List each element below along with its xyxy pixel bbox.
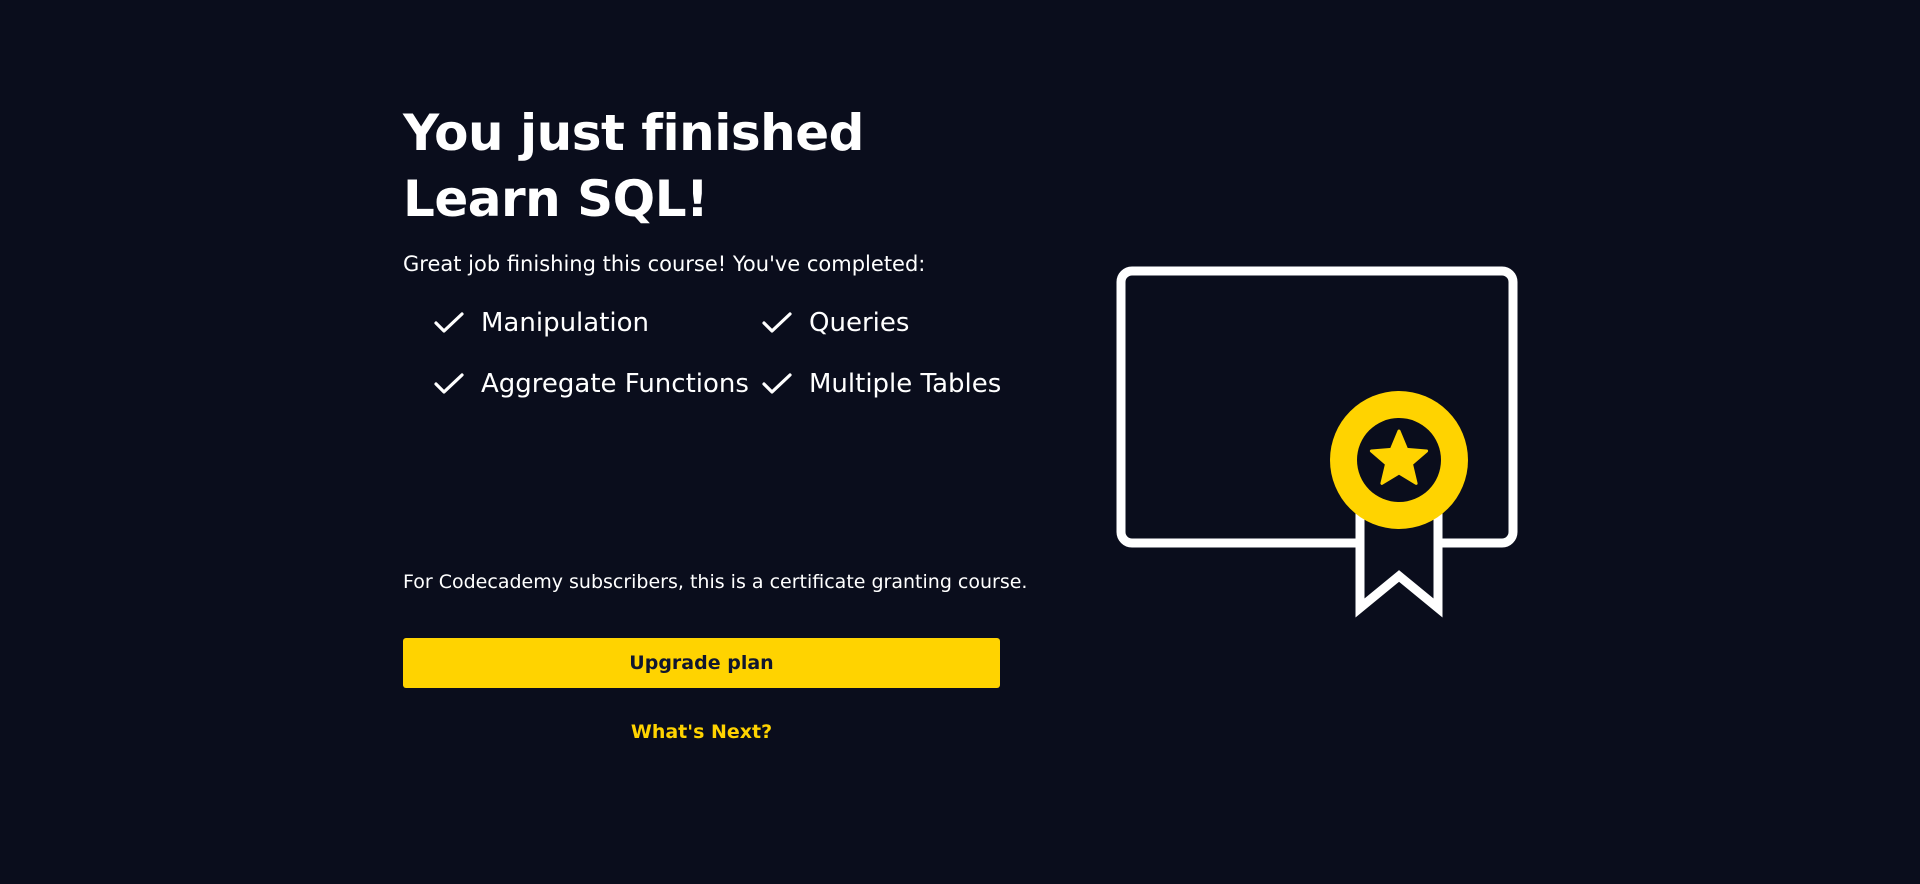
completed-modules-list: Manipulation Queries Aggregate Functions… xyxy=(433,304,1001,402)
whats-next-link[interactable]: What's Next? xyxy=(403,718,1000,746)
check-icon xyxy=(762,372,792,394)
completed-module-manipulation: Manipulation xyxy=(433,304,761,341)
certificate-note: For Codecademy subscribers, this is a ce… xyxy=(403,571,1028,593)
module-label: Queries xyxy=(809,307,910,338)
course-completion-page: You just finished Learn SQL! Great job f… xyxy=(0,0,1920,884)
module-label: Multiple Tables xyxy=(809,368,1002,399)
completed-module-aggregate-functions: Aggregate Functions xyxy=(433,365,761,402)
title-line-2: Learn SQL! xyxy=(403,170,709,228)
module-label: Aggregate Functions xyxy=(481,368,749,399)
check-icon xyxy=(434,311,464,333)
module-label: Manipulation xyxy=(481,307,650,338)
title-line-1: You just finished xyxy=(403,104,864,162)
page-title: You just finished Learn SQL! xyxy=(403,100,1000,232)
completed-module-multiple-tables: Multiple Tables xyxy=(761,365,1021,402)
completion-subtitle: Great job finishing this course! You've … xyxy=(403,252,926,276)
completed-module-queries: Queries xyxy=(761,304,1021,341)
completion-content: You just finished Learn SQL! Great job f… xyxy=(403,100,1001,402)
check-icon xyxy=(434,372,464,394)
check-icon xyxy=(762,311,792,333)
certificate-icon xyxy=(1116,266,1518,618)
upgrade-plan-button[interactable]: Upgrade plan xyxy=(403,638,1000,688)
